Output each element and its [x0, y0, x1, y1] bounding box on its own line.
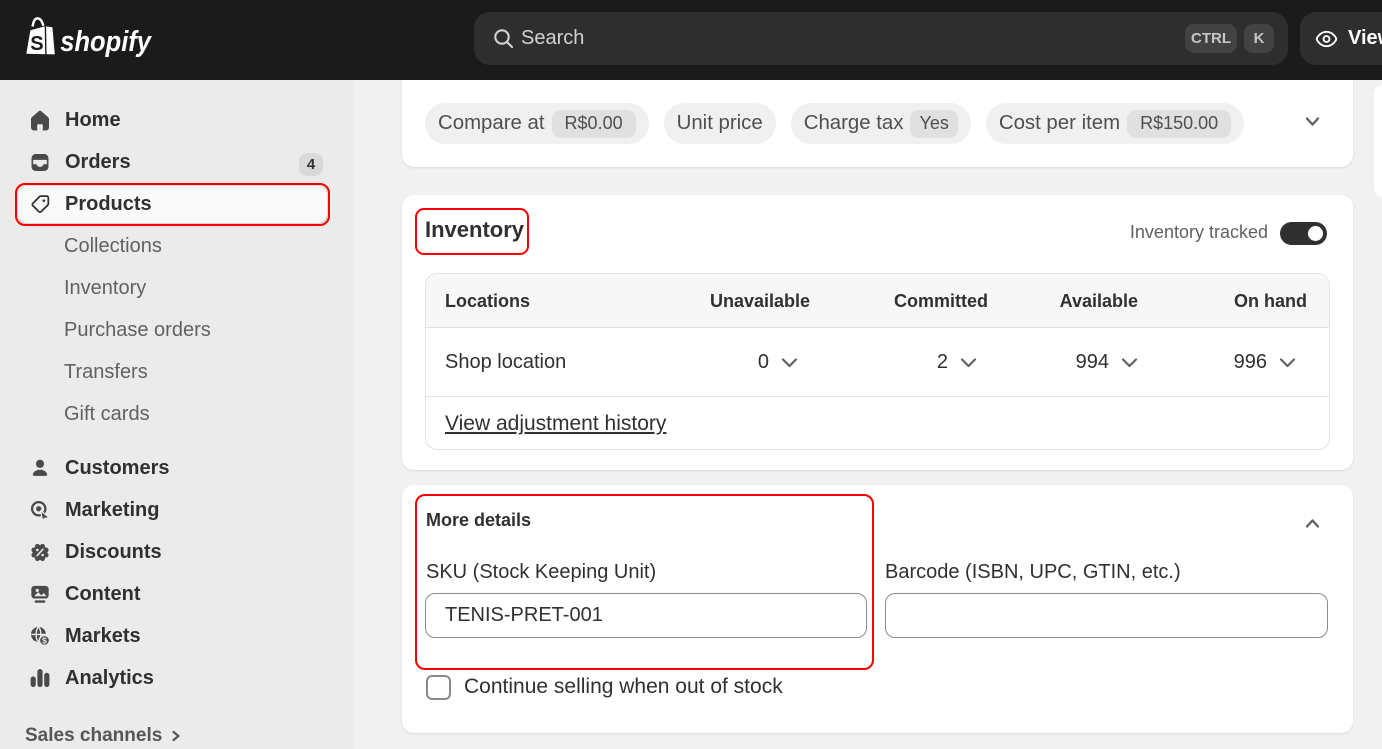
svg-text:$: $	[42, 635, 47, 645]
svg-text:S: S	[30, 33, 43, 55]
svg-text:shopify: shopify	[60, 24, 152, 57]
